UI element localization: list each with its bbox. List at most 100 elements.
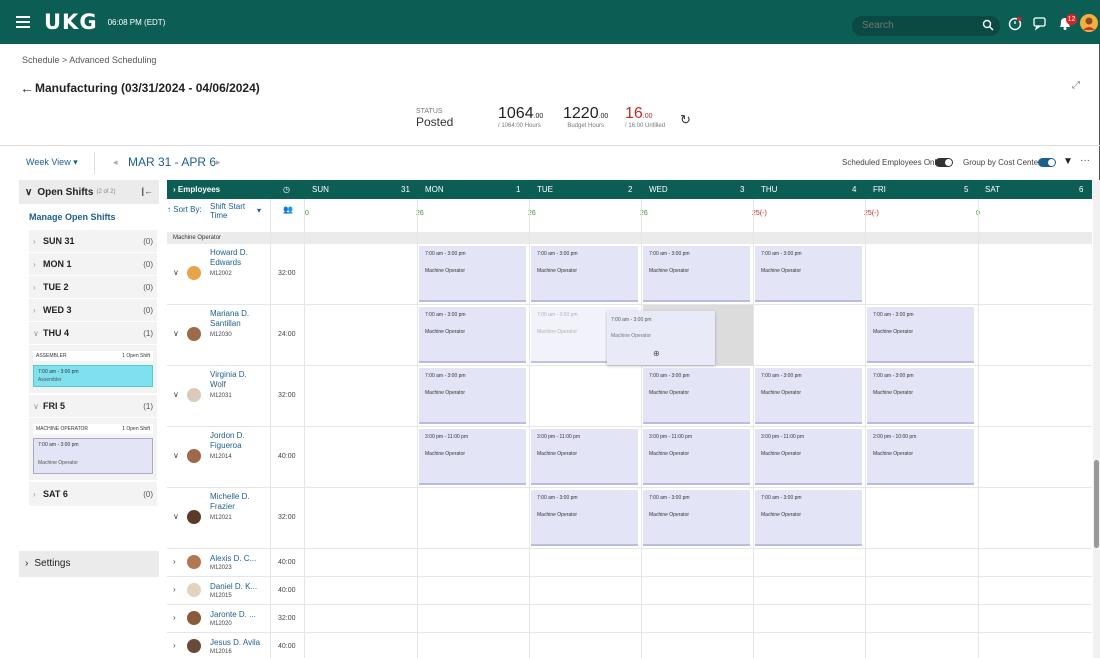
avatar xyxy=(187,611,201,625)
open-shift-day[interactable]: › SUN 31 (0) xyxy=(29,230,157,253)
dragging-shift-card[interactable]: 7:00 am - 3:00 pm Machine Operator ⊕ xyxy=(607,311,715,365)
date-range[interactable]: MAR 31 - APR 6 xyxy=(128,155,216,169)
open-shift-card[interactable]: 7:00 am - 3:00 pm Assembler xyxy=(33,365,153,387)
day-header[interactable]: SUN xyxy=(312,185,329,194)
employee-name[interactable]: Michelle D. Frazier xyxy=(210,492,250,512)
sort-label[interactable]: ↑ Sort By: xyxy=(167,205,202,214)
scheduled-only-toggle[interactable] xyxy=(935,158,953,167)
open-shift-day[interactable]: › MON 1 (0) xyxy=(29,253,157,276)
employee-name[interactable]: Howard D. Edwards xyxy=(210,248,248,268)
employees-header[interactable]: › Employees xyxy=(173,185,220,194)
employee-row[interactable]: › Jesus D. Avila M12016 40:00 xyxy=(167,633,1092,658)
day-header[interactable]: FRI xyxy=(873,185,886,194)
refresh-icon[interactable]: ↻ xyxy=(680,112,691,128)
status-label: STATUS xyxy=(416,108,443,115)
chevron-down-icon[interactable]: ∨ xyxy=(173,329,179,338)
search-icon[interactable] xyxy=(982,19,994,31)
avatar xyxy=(187,266,201,280)
week-view-dropdown[interactable]: Week View ▾ xyxy=(26,157,78,168)
clock-icon[interactable]: ◷ xyxy=(283,185,290,194)
shift-card[interactable]: 3:00 pm - 11:00 pm Machine Operator xyxy=(531,429,638,485)
shift-card[interactable]: 2:00 pm - 10:00 pm Machine Operator xyxy=(867,429,974,485)
shift-card[interactable]: 7:00 am - 3:00 pm Machine Operator xyxy=(867,368,974,424)
chat-icon[interactable] xyxy=(1031,14,1049,32)
day-header[interactable]: SAT xyxy=(985,185,1000,194)
shift-role: Machine Operator xyxy=(649,268,690,274)
employee-row[interactable]: › Jaronte D. ... M12020 32:00 xyxy=(167,605,1092,633)
open-shift-day[interactable]: ∨ FRI 5 (1) xyxy=(29,395,157,418)
employee-row[interactable]: ∨ Michelle D. Frazier M12021 32:00 7:00 a… xyxy=(167,488,1092,549)
open-shifts-header[interactable]: ∨ Open Shifts (2 of 2) |← xyxy=(19,180,159,204)
shift-card[interactable]: 7:00 am - 3:00 pm Machine Operator xyxy=(755,246,862,302)
employee-row[interactable]: ∨ Howard D. Edwards M12002 32:00 7:00 am … xyxy=(167,244,1092,305)
chevron-right-icon[interactable]: › xyxy=(173,585,176,594)
shift-card[interactable]: 7:00 am - 3:00 pm Machine Operator xyxy=(643,368,750,424)
shift-card[interactable]: 3:00 pm - 11:00 pm Machine Operator xyxy=(755,429,862,485)
filter-icon[interactable]: ▼ xyxy=(1063,156,1073,167)
prev-week-icon[interactable]: ◂ xyxy=(113,157,118,168)
group-icon[interactable]: 👥 xyxy=(283,205,293,214)
sort-value[interactable]: Shift Start Time xyxy=(210,202,256,220)
shift-card[interactable]: 7:00 am - 3:00 pm Machine Operator xyxy=(643,490,750,546)
shift-card[interactable]: 7:00 am - 3:00 pm Machine Operator xyxy=(419,307,526,363)
menu-icon[interactable] xyxy=(16,12,36,32)
open-shift-card[interactable]: 7:00 am - 3:00 pm Machine Operator xyxy=(33,438,153,474)
employee-row[interactable]: › Daniel D. K... M12015 40:00 xyxy=(167,577,1092,605)
settings-section[interactable]: › Settings xyxy=(19,551,159,577)
day-header[interactable]: THU xyxy=(761,185,777,194)
group-by-cost-toggle[interactable] xyxy=(1038,158,1056,167)
total-count: 0 xyxy=(305,210,309,217)
employee-name[interactable]: Daniel D. K... xyxy=(210,582,257,592)
shift-card[interactable]: 3:00 pm - 11:00 pm Machine Operator xyxy=(419,429,526,485)
shift-card[interactable]: 7:00 am - 3:00 pm Machine Operator xyxy=(419,368,526,424)
employee-name[interactable]: Jaronte D. ... xyxy=(210,610,256,620)
employee-row[interactable]: ∨ Jordon D. Figueroa M12014 40:00 3:00 pm… xyxy=(167,427,1092,488)
user-avatar-icon[interactable] xyxy=(1079,13,1099,33)
shift-card[interactable]: 7:00 am - 3:00 pm Machine Operator xyxy=(867,307,974,363)
grid-scrollbar[interactable] xyxy=(1093,180,1100,658)
chevron-right-icon[interactable]: › xyxy=(173,641,176,650)
employee-row[interactable]: ∨ Virginia D. Wolf M12031 32:00 7:00 am -… xyxy=(167,366,1092,427)
chevron-down-icon[interactable]: ∨ xyxy=(173,512,179,521)
shift-card[interactable]: 3:00 pm - 11:00 pm Machine Operator xyxy=(643,429,750,485)
employee-name[interactable]: Mariana D. Santillan xyxy=(210,309,249,329)
day-header[interactable]: MON xyxy=(425,185,444,194)
group-name: ASSEMBLER xyxy=(36,353,67,359)
divider xyxy=(0,145,1100,146)
shift-card[interactable]: 7:00 am - 3:00 pm Machine Operator xyxy=(643,246,750,302)
employee-name[interactable]: Jesus D. Avila xyxy=(210,638,260,648)
shift-card[interactable]: 7:00 am - 3:00 pm Machine Operator xyxy=(755,490,862,546)
shift-card[interactable]: 7:00 am - 3:00 pm Machine Operator xyxy=(419,246,526,302)
employee-row[interactable]: › Alexis D. C... M12023 40:00 xyxy=(167,549,1092,577)
open-shift-day[interactable]: › SAT 6 (0) xyxy=(29,482,157,507)
sort-dropdown-icon[interactable]: ▾ xyxy=(257,206,261,215)
chevron-right-icon[interactable]: › xyxy=(173,557,176,566)
employee-row[interactable]: ∨ Mariana D. Santillan M12030 24:00 7:00 … xyxy=(167,305,1092,366)
employee-name[interactable]: Jordon D. Figueroa xyxy=(210,431,245,451)
chevron-down-icon[interactable]: ∨ xyxy=(173,268,179,277)
shift-card[interactable]: 7:00 am - 3:00 pm Machine Operator xyxy=(755,368,862,424)
timer-icon[interactable] xyxy=(1006,14,1024,32)
open-shift-day[interactable]: › TUE 2 (0) xyxy=(29,276,157,299)
chevron-down-icon[interactable]: ∨ xyxy=(173,390,179,399)
employee-name[interactable]: Virginia D. Wolf xyxy=(210,370,247,390)
day-header[interactable]: WED xyxy=(649,185,668,194)
manage-open-shifts-link[interactable]: Manage Open Shifts xyxy=(19,204,159,230)
expand-icon[interactable]: ⤢ xyxy=(1072,80,1080,91)
open-shift-day[interactable]: ∨ THU 4 (1) xyxy=(29,322,157,345)
back-arrow-icon[interactable]: ← xyxy=(20,80,34,96)
search-input[interactable] xyxy=(852,16,1000,36)
breadcrumb[interactable]: Schedule > Advanced Scheduling xyxy=(22,55,156,65)
open-shift-day[interactable]: › WED 3 (0) xyxy=(29,299,157,322)
shift-card[interactable]: 7:00 am - 3:00 pm Machine Operator xyxy=(531,246,638,302)
chevron-right-icon[interactable]: › xyxy=(173,613,176,622)
more-options-icon[interactable]: ··· xyxy=(1080,155,1090,166)
chevron-down-icon[interactable]: ∨ xyxy=(173,451,179,460)
shift-time: 7:00 am - 3:00 pm xyxy=(537,251,578,257)
next-week-icon[interactable]: ▸ xyxy=(216,157,221,168)
collapse-panel-icon[interactable]: |← xyxy=(141,186,153,196)
grid-scrollbar-thumb[interactable] xyxy=(1094,460,1099,548)
shift-card[interactable]: 7:00 am - 3:00 pm Machine Operator xyxy=(531,490,638,546)
employee-name[interactable]: Alexis D. C... xyxy=(210,554,256,564)
day-header[interactable]: TUE xyxy=(537,185,553,194)
